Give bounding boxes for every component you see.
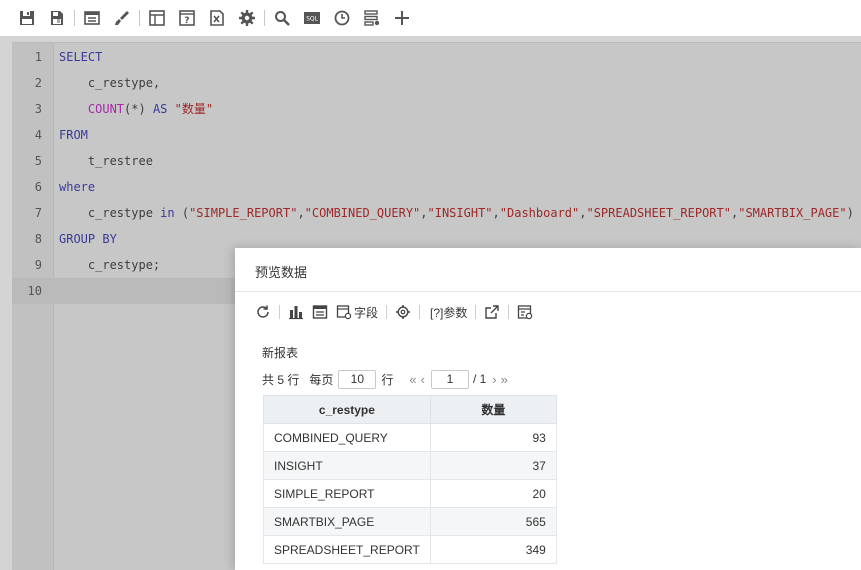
help-table-icon[interactable]: ? <box>176 7 198 29</box>
prev-page-button[interactable]: ‹ <box>421 372 425 387</box>
toolbar-divider <box>74 10 75 26</box>
export-excel-icon[interactable] <box>206 7 228 29</box>
gear-icon[interactable] <box>236 7 258 29</box>
table-icon[interactable] <box>312 302 328 322</box>
column-header-count[interactable]: 数量 <box>429 395 557 424</box>
column-header-restype[interactable]: c_restype <box>263 395 431 424</box>
count-cell: 349 <box>429 535 557 564</box>
last-page-button[interactable]: » <box>501 372 508 387</box>
table-view-icon[interactable] <box>146 7 168 29</box>
table-row: SMARTBIX_PAGE 565 <box>263 507 557 536</box>
gear-icon[interactable] <box>395 302 411 322</box>
preview-dialog: 预览数据 字段 [?]参数 新报表 共 5 行 每页 10 行 « ‹ 1 / … <box>235 248 861 570</box>
table-row: SPREADSHEET_REPORT 349 <box>263 535 557 564</box>
layout-icon[interactable] <box>81 7 103 29</box>
sql-icon[interactable]: SQL <box>301 7 323 29</box>
preview-toolbar: 字段 [?]参数 <box>255 302 541 322</box>
current-page-input[interactable]: 1 <box>430 369 469 389</box>
toolbar-divider <box>475 305 477 319</box>
save-icon[interactable] <box>16 7 38 29</box>
total-rows-text: 共 5 行 <box>262 372 300 387</box>
toolbar-divider <box>279 305 280 319</box>
table-row: SIMPLE_REPORT 20 <box>263 479 557 508</box>
main-toolbar: ? SQL <box>0 0 861 36</box>
count-cell: 20 <box>429 479 557 508</box>
toolbar-divider <box>419 305 421 319</box>
restype-cell: INSIGHT <box>263 451 431 480</box>
open-external-icon[interactable] <box>484 302 500 322</box>
report-settings-icon[interactable] <box>517 302 533 322</box>
clock-icon[interactable] <box>331 7 353 29</box>
restype-cell: SPREADSHEET_REPORT <box>263 535 431 564</box>
first-page-button[interactable]: « <box>409 372 416 387</box>
plus-icon[interactable] <box>391 7 413 29</box>
svg-text:?: ? <box>184 16 189 26</box>
sql-icon-text: SQL <box>306 16 319 23</box>
next-page-button[interactable]: › <box>492 372 496 387</box>
params-button[interactable]: [?]参数 <box>428 302 467 322</box>
dialog-divider <box>235 291 861 292</box>
table-row: INSIGHT 37 <box>263 451 557 480</box>
toolbar-divider <box>508 305 510 319</box>
pagination: 共 5 行 每页 10 行 « ‹ 1 / 1 › » <box>262 369 510 389</box>
toolbar-divider <box>139 10 140 26</box>
per-page-label: 每页 <box>309 372 334 387</box>
rows-suffix: 行 <box>381 372 394 387</box>
table-header-row: c_restype 数量 <box>263 395 557 424</box>
toolbar-divider <box>264 10 265 26</box>
settings-list-icon[interactable] <box>361 7 383 29</box>
toolbar-divider <box>386 305 388 319</box>
count-cell: 565 <box>429 507 557 536</box>
total-pages-text: / 1 <box>472 372 487 386</box>
restype-cell: COMBINED_QUERY <box>263 423 431 452</box>
search-icon[interactable] <box>271 7 293 29</box>
table-row: COMBINED_QUERY 93 <box>263 423 557 452</box>
refresh-icon[interactable] <box>255 302 271 322</box>
field-settings-icon <box>336 305 352 320</box>
bar-chart-icon[interactable] <box>288 302 304 322</box>
report-name: 新报表 <box>262 346 299 360</box>
preview-table: c_restype 数量 COMBINED_QUERY 93 INSIGHT 3… <box>263 395 557 564</box>
count-cell: 93 <box>429 423 557 452</box>
restype-cell: SMARTBIX_PAGE <box>263 507 431 536</box>
dialog-title: 预览数据 <box>255 265 308 280</box>
field-settings-button[interactable]: 字段 <box>336 302 378 322</box>
page-size-input[interactable]: 10 <box>338 369 377 389</box>
count-cell: 37 <box>429 451 557 480</box>
brush-icon[interactable] <box>111 7 133 29</box>
restype-cell: SIMPLE_REPORT <box>263 479 431 508</box>
field-settings-label: 字段 <box>354 305 379 320</box>
save-as-icon[interactable] <box>46 7 68 29</box>
params-label: [?]参数 <box>430 305 468 320</box>
